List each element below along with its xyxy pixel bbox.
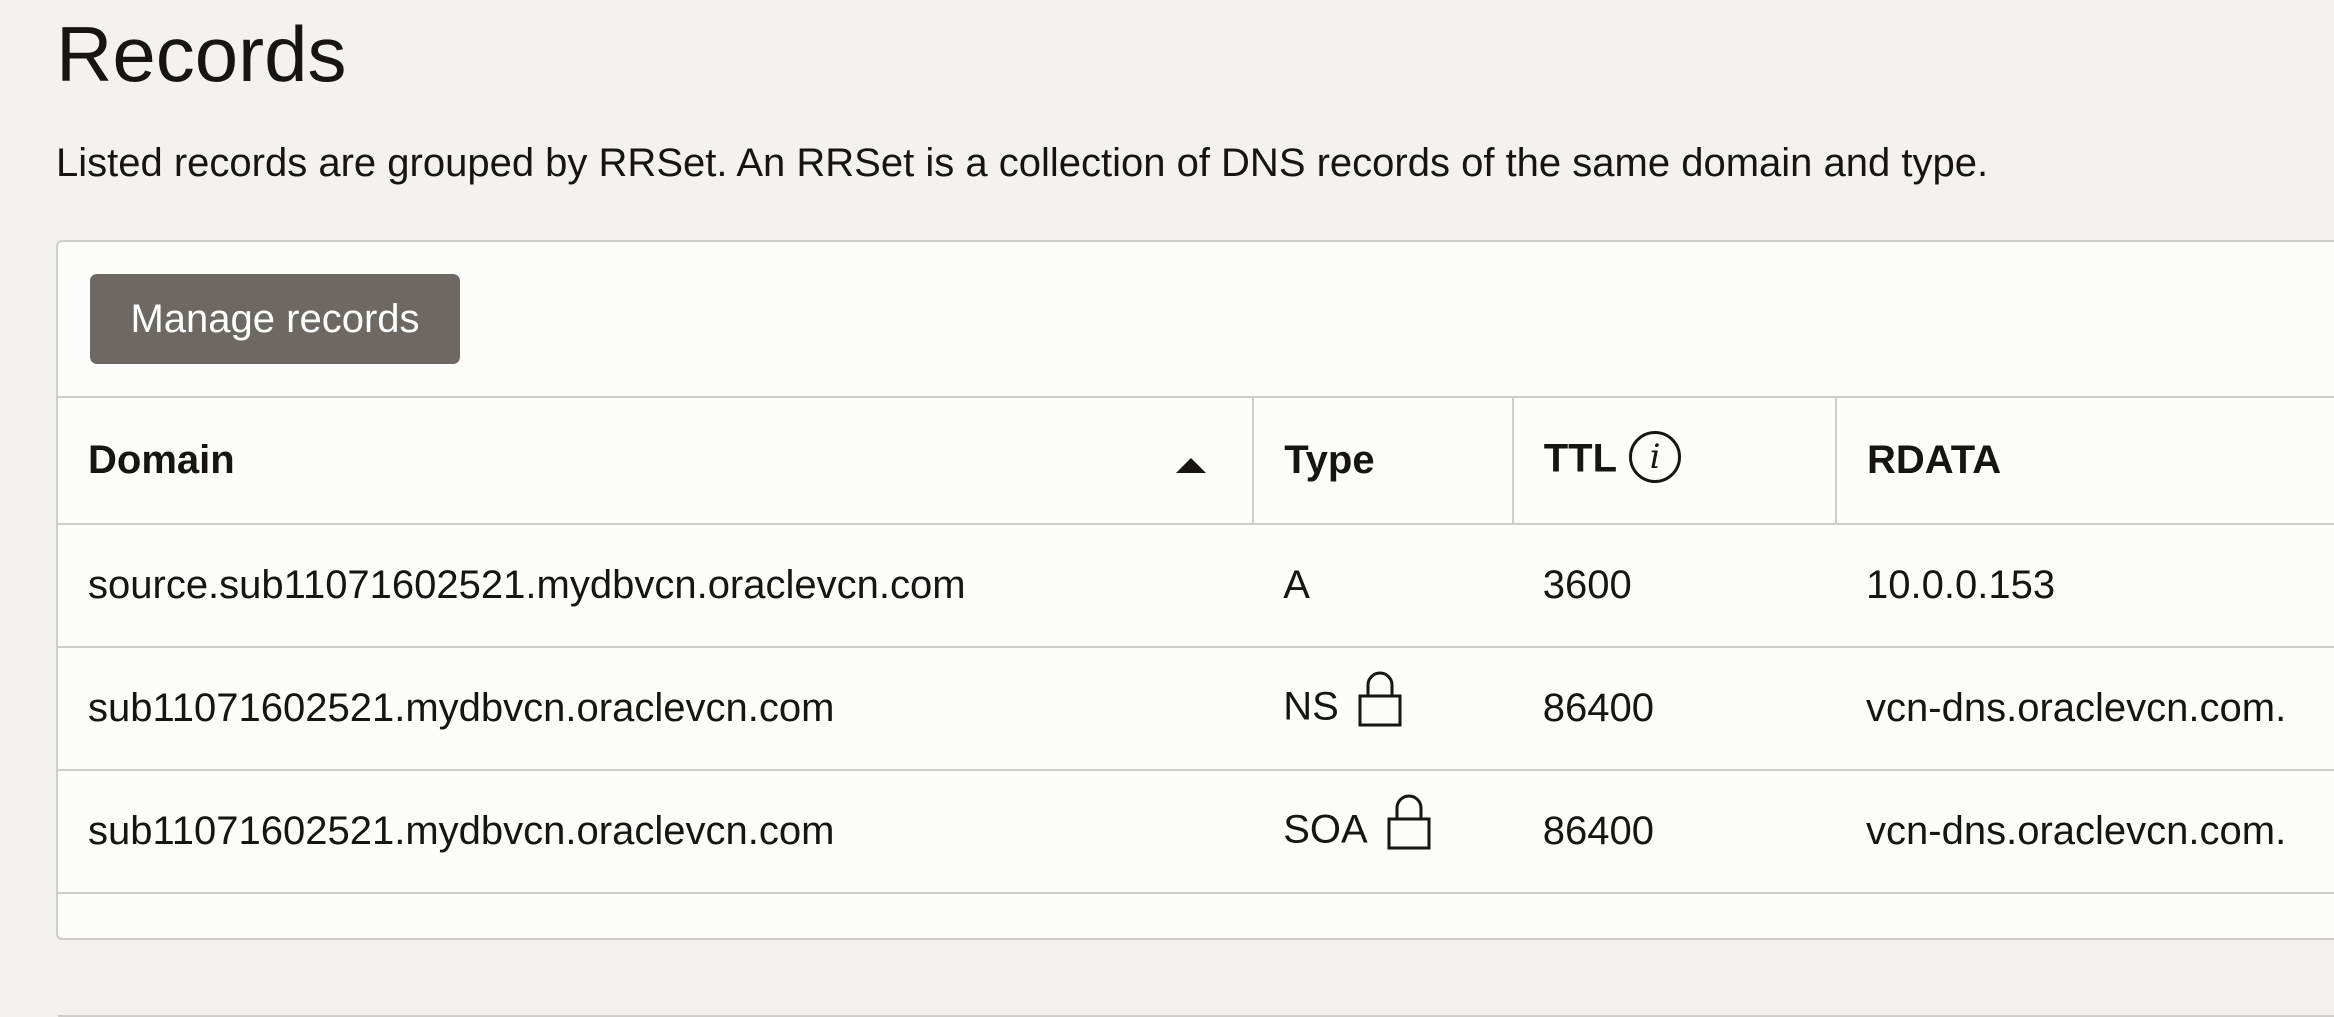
cell-domain: sub11071602521.mydbvcn.oraclevcn.com <box>58 647 1254 771</box>
records-panel: Manage records Domain Type TTL i RDATA s… <box>56 240 2334 1017</box>
cell-domain: source.sub11071602521.mydbvcn.oraclevcn.… <box>58 524 1254 648</box>
records-table: Domain Type TTL i RDATA source.sub1107160… <box>58 396 2334 1017</box>
column-header-ttl[interactable]: TTL i <box>1512 396 1838 525</box>
cell-rdata: vcn-dns.oraclevcn.com. <box>1836 770 2334 894</box>
table-row: source.sub11071602521.mydbvcn.oraclevcn.… <box>58 524 2334 648</box>
cell-type: NS <box>1253 647 1513 771</box>
cell-ttl: 86400 <box>1512 770 1837 894</box>
cell-type: SOA <box>1253 770 1513 894</box>
table-row <box>58 893 2334 1017</box>
lock-icon <box>1386 792 1432 860</box>
cell-rdata: 10.0.0.153 <box>1836 524 2334 648</box>
page-title: Records <box>56 10 347 98</box>
info-icon[interactable]: i <box>1629 430 1682 483</box>
cell-type-label: SOA <box>1283 807 1368 852</box>
column-header-label: RDATA <box>1867 438 2002 482</box>
cell-type-label: NS <box>1283 684 1339 729</box>
table-row: sub11071602521.mydbvcn.oraclevcn.com SOA… <box>58 770 2334 894</box>
cell-type-label: A <box>1283 563 1310 607</box>
page-description: Listed records are grouped by RRSet. An … <box>56 141 1989 185</box>
lock-icon <box>1357 669 1403 737</box>
cell-ttl: 86400 <box>1512 647 1837 771</box>
column-header-rdata[interactable]: RDATA <box>1836 396 2334 525</box>
column-header-label: TTL <box>1543 436 1618 481</box>
column-header-label: Type <box>1284 438 1375 482</box>
cell-rdata: vcn-dns.oraclevcn.com. <box>1836 647 2334 771</box>
table-header-row: Domain Type TTL i RDATA <box>58 396 2334 525</box>
sort-ascending-icon[interactable] <box>1176 458 1207 473</box>
column-header-label: Domain <box>88 438 235 482</box>
manage-records-button[interactable]: Manage records <box>90 274 460 364</box>
cell-domain: sub11071602521.mydbvcn.oraclevcn.com <box>58 770 1254 894</box>
cell-ttl: 3600 <box>1512 524 1837 648</box>
cell-type: A <box>1253 524 1513 648</box>
table-row: sub11071602521.mydbvcn.oraclevcn.com NS … <box>58 647 2334 771</box>
column-header-type[interactable]: Type <box>1253 396 1514 525</box>
column-header-domain[interactable]: Domain <box>58 396 1255 525</box>
